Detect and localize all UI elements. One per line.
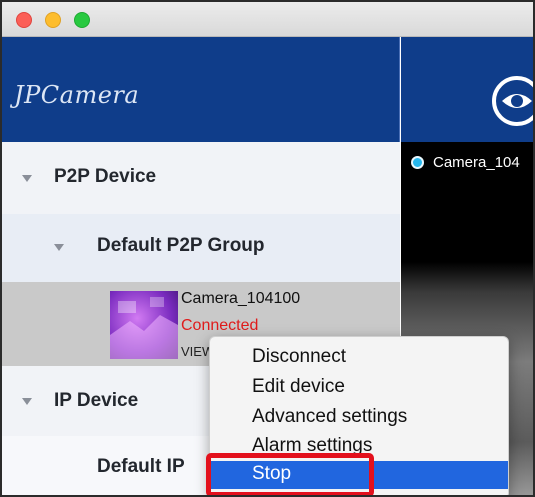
minimize-window-icon[interactable] <box>45 12 61 28</box>
menu-item-disconnect[interactable]: Disconnect <box>252 346 346 368</box>
camera-thumbnail <box>110 291 178 359</box>
camera-name: Camera_104100 <box>181 290 301 307</box>
toolbar <box>401 37 533 142</box>
tree-item-default-p2p-group[interactable]: Default P2P Group <box>2 214 400 282</box>
video-camera-name: Camera_104 <box>433 154 520 171</box>
disclosure-triangle-icon[interactable] <box>54 244 64 251</box>
tree-item-label: P2P Device <box>54 166 157 187</box>
tree-item-p2p-device[interactable]: P2P Device <box>2 142 400 214</box>
title-bar <box>2 2 533 37</box>
close-window-icon[interactable] <box>16 12 32 28</box>
app-logo: JPCamera <box>14 81 140 109</box>
app-window: JPCamera P2P Device Default P2P Group Ca… <box>0 0 535 497</box>
annotation-highlight-box <box>206 453 374 495</box>
menu-item-edit-device[interactable]: Edit device <box>252 376 345 398</box>
tree-item-label: Default IP <box>97 456 185 477</box>
disclosure-triangle-icon[interactable] <box>22 398 32 405</box>
camera-status: Connected <box>181 317 259 334</box>
disclosure-triangle-icon[interactable] <box>22 175 32 182</box>
tree-item-label: IP Device <box>54 390 139 411</box>
menu-item-advanced-settings[interactable]: Advanced settings <box>252 406 407 428</box>
brand-header: JPCamera <box>2 37 400 142</box>
tree-item-label: Default P2P Group <box>97 235 265 256</box>
eye-icon[interactable] <box>491 75 535 127</box>
online-indicator-icon <box>411 156 424 169</box>
zoom-window-icon[interactable] <box>74 12 90 28</box>
